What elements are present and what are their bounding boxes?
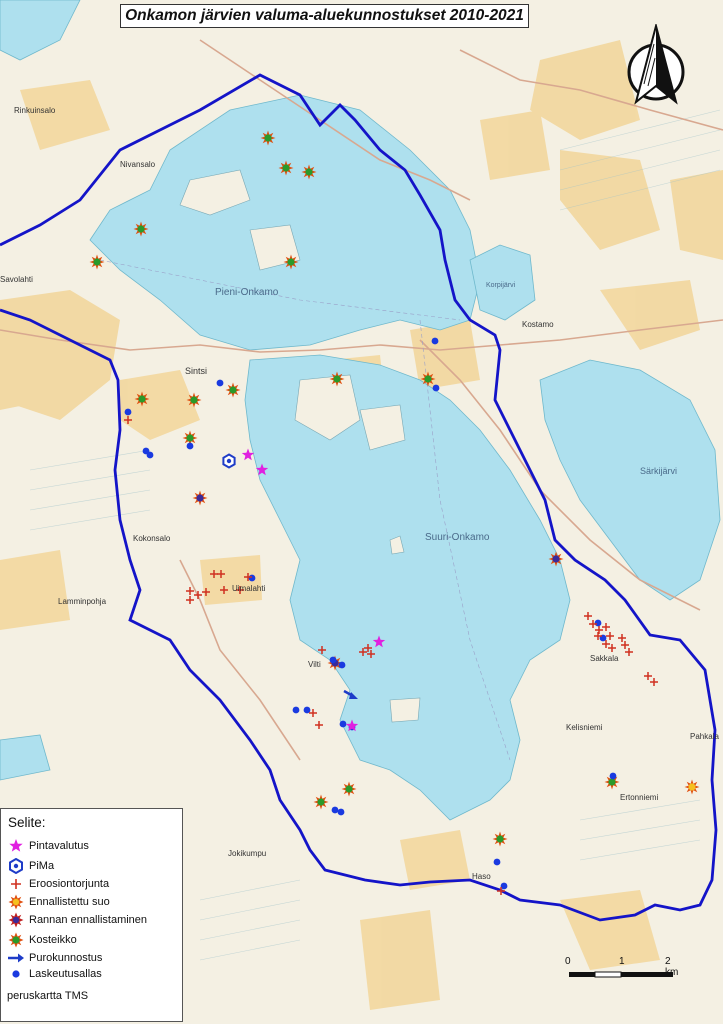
purple-burst-icon — [5, 911, 27, 929]
settling-pond-marker — [331, 806, 339, 814]
scale-label-1: 1 — [619, 956, 625, 967]
place-label-vilti: Vilti — [308, 660, 321, 669]
lake-label-korpijarvi: Korpijärvi — [486, 282, 516, 289]
settling-pond-marker — [124, 408, 132, 416]
place-label-uimalahti: Uimalahti — [232, 584, 266, 593]
shore-restoration-marker — [192, 490, 208, 506]
north-arrow-icon — [627, 24, 685, 105]
place-label-rinkuinsalo: Rinkuinsalo — [14, 106, 56, 115]
settling-pond-marker — [216, 379, 224, 387]
green-burst-icon — [5, 931, 27, 949]
legend-item-rannan-ennallistaminen: Rannan ennallistaminen — [5, 911, 147, 929]
wetland-marker — [225, 382, 241, 398]
place-label-haso: Haso — [472, 872, 491, 881]
blue-dot-icon — [5, 965, 27, 983]
settling-pond-marker — [432, 384, 440, 392]
legend-note: peruskartta TMS — [7, 990, 89, 1002]
magenta-star-icon — [5, 837, 27, 855]
lake-label-pieni-onkamo: Pieni-Onkamo — [215, 287, 279, 298]
lake-label-suuri-onkamo: Suuri-Onkamo — [425, 532, 490, 543]
settling-pond-marker — [292, 706, 300, 714]
scale-label-0: 0 — [565, 956, 571, 967]
place-label-kelisniemi: Kelisniemi — [566, 723, 603, 732]
place-label-sintsi: Sintsi — [185, 366, 208, 376]
settling-pond-marker — [329, 656, 337, 664]
settling-pond-marker — [146, 451, 154, 459]
settling-pond-marker — [431, 337, 439, 345]
wetland-marker — [283, 254, 299, 270]
wetland-marker — [492, 831, 508, 847]
place-label-ertonniemi: Ertonniemi — [620, 793, 659, 802]
place-label-sakkala: Sakkala — [590, 654, 619, 663]
wetland-marker — [260, 130, 276, 146]
legend-item-kosteikko: Kosteikko — [5, 931, 77, 949]
settling-pond-marker — [186, 442, 194, 450]
wetland-marker — [278, 160, 294, 176]
restored-mire-marker — [684, 779, 700, 795]
wetland-marker — [89, 254, 105, 270]
wetland-marker — [134, 391, 150, 407]
place-label-jokikumpu: Jokikumpu — [228, 849, 267, 858]
legend-item-eroosiontorjunta: Eroosiontorjunta — [5, 875, 109, 893]
place-label-kostamo: Kostamo — [522, 320, 554, 329]
pima-marker — [222, 453, 236, 469]
scale-bar-graphic — [569, 971, 673, 978]
settling-pond-marker — [337, 808, 345, 816]
red-cross-icon — [5, 875, 27, 893]
settling-pond-marker — [594, 619, 602, 627]
settling-pond-marker — [493, 858, 501, 866]
shore-restoration-marker — [548, 551, 564, 567]
settling-pond-marker — [609, 772, 617, 780]
lake-label-sarkijarvi: Särkijärvi — [640, 466, 678, 476]
place-label-lamminpohja: Lamminpohja — [58, 597, 107, 606]
wetland-marker — [301, 164, 317, 180]
settling-pond-marker — [248, 574, 256, 582]
wetland-marker — [133, 221, 149, 237]
map-title: Onkamon järvien valuma-aluekunnostukset … — [125, 7, 524, 24]
wetland-marker — [313, 794, 329, 810]
settling-pond-marker — [338, 661, 346, 669]
blue-hexagon-icon — [5, 857, 27, 875]
legend-item-ennallistettu-suo: Ennallistettu suo — [5, 893, 110, 911]
scale-bar: 0 1 2 km — [565, 956, 685, 984]
legend-heading: Selite: — [8, 815, 46, 830]
legend-panel: Selite: Pintavalutus PiMa Eroosiontorjun… — [0, 808, 183, 1022]
legend-item-pima: PiMa — [5, 857, 54, 875]
map-title-box: Onkamon järvien valuma-aluekunnostukset … — [120, 4, 529, 28]
wetland-marker — [186, 392, 202, 408]
wetland-marker — [341, 781, 357, 797]
legend-item-pintavalutus: Pintavalutus — [5, 837, 89, 855]
place-label-pahkala: Pahkala — [690, 732, 719, 741]
legend-item-laskeutusallas: Laskeutusallas — [5, 965, 102, 983]
place-label-kokonsalo: Kokonsalo — [133, 534, 171, 543]
wetland-marker — [329, 371, 345, 387]
settling-pond-marker — [339, 720, 347, 728]
place-label-nivansalo: Nivansalo — [120, 160, 156, 169]
wetland-marker — [420, 371, 436, 387]
place-label-savolahti: Savolahti — [0, 275, 33, 284]
orange-burst-icon — [5, 893, 27, 911]
